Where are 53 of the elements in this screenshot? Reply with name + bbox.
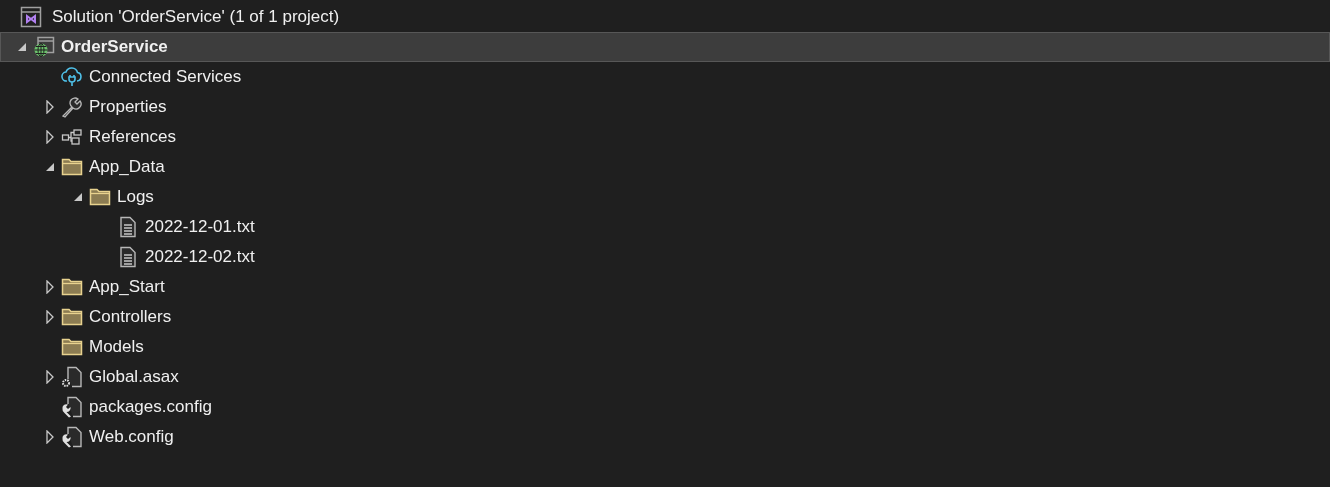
tree-item[interactable]: Controllers xyxy=(0,302,1330,332)
text-file-icon xyxy=(119,216,137,238)
item-label: References xyxy=(89,126,176,149)
tree-item[interactable]: Logs xyxy=(0,182,1330,212)
folder-icon xyxy=(89,187,111,207)
item-label: Controllers xyxy=(89,306,172,329)
expanded-arrow[interactable] xyxy=(73,192,83,202)
item-label: Logs xyxy=(117,186,154,209)
item-label: packages.config xyxy=(89,396,212,419)
item-label: Properties xyxy=(89,96,167,119)
folder-icon xyxy=(61,307,83,327)
references-icon xyxy=(61,126,83,148)
expanded-arrow[interactable] xyxy=(17,42,27,52)
solution-label: Solution 'OrderService' (1 of 1 project) xyxy=(52,6,340,29)
web-project-icon xyxy=(33,36,55,58)
config-file-icon xyxy=(61,396,83,418)
tree-item[interactable]: Properties xyxy=(0,92,1330,122)
item-label: 2022-12-02.txt xyxy=(145,246,255,269)
expanded-arrow[interactable] xyxy=(45,162,55,172)
tree-item[interactable]: References xyxy=(0,122,1330,152)
item-label: OrderService xyxy=(61,36,168,59)
tree-item[interactable]: packages.config xyxy=(0,392,1330,422)
tree-item[interactable]: Global.asax xyxy=(0,362,1330,392)
folder-icon xyxy=(61,277,83,297)
cloud-plug-icon xyxy=(61,66,83,88)
tree-item[interactable]: Models xyxy=(0,332,1330,362)
collapsed-arrow[interactable] xyxy=(46,280,54,294)
item-label: App_Start xyxy=(89,276,165,299)
tree-item[interactable]: App_Start xyxy=(0,272,1330,302)
item-label: App_Data xyxy=(89,156,165,179)
item-label: 2022-12-01.txt xyxy=(145,216,255,239)
tree-item[interactable]: 2022-12-02.txt xyxy=(0,242,1330,272)
tree-item[interactable]: 2022-12-01.txt xyxy=(0,212,1330,242)
wrench-icon xyxy=(61,96,83,118)
tree-item[interactable]: App_Data xyxy=(0,152,1330,182)
collapsed-arrow[interactable] xyxy=(46,430,54,444)
item-label: Models xyxy=(89,336,144,359)
item-label: Global.asax xyxy=(89,366,179,389)
text-file-icon xyxy=(119,246,137,268)
collapsed-arrow[interactable] xyxy=(46,310,54,324)
collapsed-arrow[interactable] xyxy=(46,100,54,114)
gear-file-icon xyxy=(61,366,83,388)
config-file-icon xyxy=(61,426,83,448)
tree-item[interactable]: OrderService xyxy=(0,32,1330,62)
folder-icon xyxy=(61,337,83,357)
tree-item[interactable]: Web.config xyxy=(0,422,1330,452)
collapsed-arrow[interactable] xyxy=(46,370,54,384)
tree-item[interactable]: Connected Services xyxy=(0,62,1330,92)
item-label: Web.config xyxy=(89,426,174,449)
item-label: Connected Services xyxy=(89,66,242,89)
solution-icon xyxy=(20,6,42,28)
folder-icon xyxy=(61,157,83,177)
collapsed-arrow[interactable] xyxy=(46,130,54,144)
